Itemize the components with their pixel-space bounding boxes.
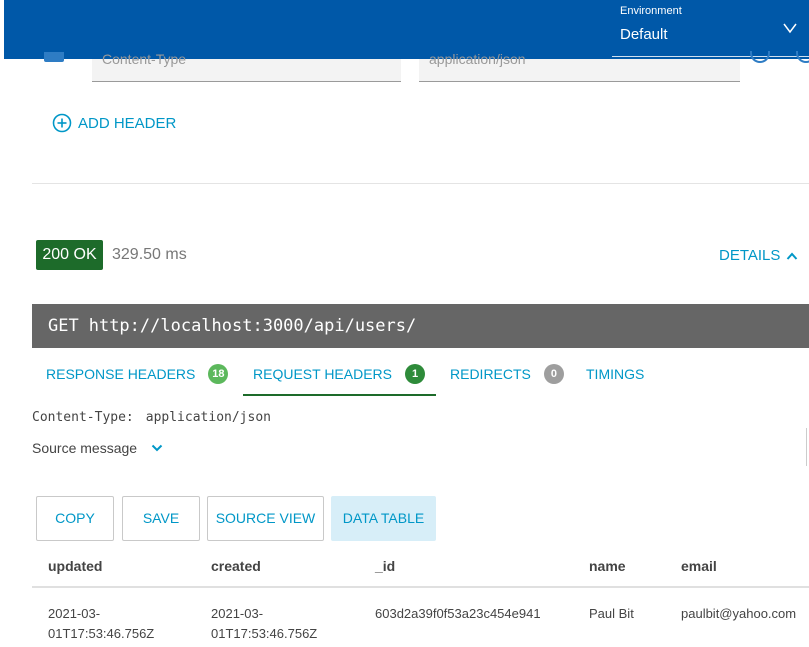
header-options-icon[interactable] bbox=[796, 51, 809, 63]
request-header-value: application/json bbox=[145, 410, 271, 425]
section-divider bbox=[32, 183, 809, 184]
header-name-field[interactable]: Content-Type bbox=[92, 51, 401, 82]
count-badge: 0 bbox=[543, 364, 564, 384]
table-cell-email: paulbit@yahoo.com bbox=[681, 606, 797, 621]
source-view-button[interactable]: SOURCE VIEW bbox=[207, 496, 324, 541]
request-method: GET bbox=[48, 316, 79, 336]
column-header-created[interactable]: created bbox=[211, 558, 261, 574]
tab-label: RESPONSE HEADERS bbox=[46, 366, 196, 382]
source-message-label: Source message bbox=[32, 440, 138, 456]
count-badge: 1 bbox=[405, 364, 425, 384]
count-badge: 18 bbox=[208, 364, 229, 384]
response-time: 329.50 ms bbox=[112, 246, 187, 263]
table-cell-created: 2021-03- 01T17:53:46.756Z bbox=[211, 604, 317, 644]
column-header-id[interactable]: _id bbox=[375, 558, 395, 574]
data-table-button[interactable]: DATA TABLE bbox=[331, 496, 436, 541]
header-value-value: application/json bbox=[429, 51, 526, 67]
request-url-bar: GET http://localhost:3000/api/users/ bbox=[32, 304, 809, 348]
details-label: DETAILS bbox=[719, 247, 781, 264]
chevron-up-icon bbox=[787, 252, 798, 260]
cell-line: 2021-03- bbox=[211, 606, 264, 621]
add-header-button[interactable]: ADD HEADER bbox=[52, 112, 176, 134]
request-header-line: Content-Type: application/json bbox=[32, 410, 271, 425]
cell-line: 2021-03- bbox=[48, 606, 101, 621]
table-cell-id: 603d2a39f0f53a23c454e941 bbox=[375, 606, 541, 621]
table-cell-updated: 2021-03- 01T17:53:46.756Z bbox=[48, 604, 154, 644]
chevron-down-icon bbox=[151, 444, 163, 452]
chevron-down-icon[interactable] bbox=[782, 22, 798, 34]
tab-redirects[interactable]: REDIRECTS 0 bbox=[450, 354, 564, 394]
add-circle-icon bbox=[52, 113, 72, 133]
tab-response-headers[interactable]: RESPONSE HEADERS 18 bbox=[46, 354, 229, 394]
column-header-updated[interactable]: updated bbox=[48, 558, 102, 574]
environment-label: Environment bbox=[620, 5, 682, 17]
save-button[interactable]: SAVE bbox=[122, 496, 200, 541]
status-badge: 200 OK bbox=[36, 240, 103, 270]
source-message-toggle[interactable]: Source message bbox=[32, 440, 163, 456]
column-header-name[interactable]: name bbox=[589, 558, 626, 574]
copy-button[interactable]: COPY bbox=[36, 496, 114, 541]
details-toggle[interactable]: DETAILS bbox=[719, 247, 798, 264]
cell-line: 01T17:53:46.756Z bbox=[48, 626, 155, 641]
remove-header-icon[interactable] bbox=[750, 51, 770, 63]
tab-label: REDIRECTS bbox=[450, 366, 531, 382]
tab-request-headers[interactable]: REQUEST HEADERS 1 bbox=[253, 354, 425, 394]
column-header-email[interactable]: email bbox=[681, 558, 717, 574]
header-name-value: Content-Type bbox=[102, 51, 187, 67]
tab-timings[interactable]: TIMINGS bbox=[586, 354, 644, 394]
environment-select[interactable]: Default bbox=[620, 26, 668, 43]
table-cell-name: Paul Bit bbox=[589, 606, 634, 621]
active-tab-indicator bbox=[243, 394, 436, 396]
cell-line: 01T17:53:46.756Z bbox=[211, 626, 318, 641]
add-header-label: ADD HEADER bbox=[78, 114, 177, 132]
request-url: http://localhost:3000/api/users/ bbox=[88, 316, 417, 336]
header-enabled-checkbox[interactable] bbox=[44, 52, 64, 62]
response-tabs: RESPONSE HEADERS 18 REQUEST HEADERS 1 RE… bbox=[32, 354, 809, 396]
tab-label: TIMINGS bbox=[586, 366, 645, 382]
table-header-divider bbox=[32, 586, 809, 588]
header-value-field[interactable]: application/json bbox=[419, 51, 740, 82]
request-header-name: Content-Type: bbox=[32, 410, 134, 425]
tab-label: REQUEST HEADERS bbox=[253, 366, 392, 382]
environment-underline bbox=[612, 56, 809, 57]
